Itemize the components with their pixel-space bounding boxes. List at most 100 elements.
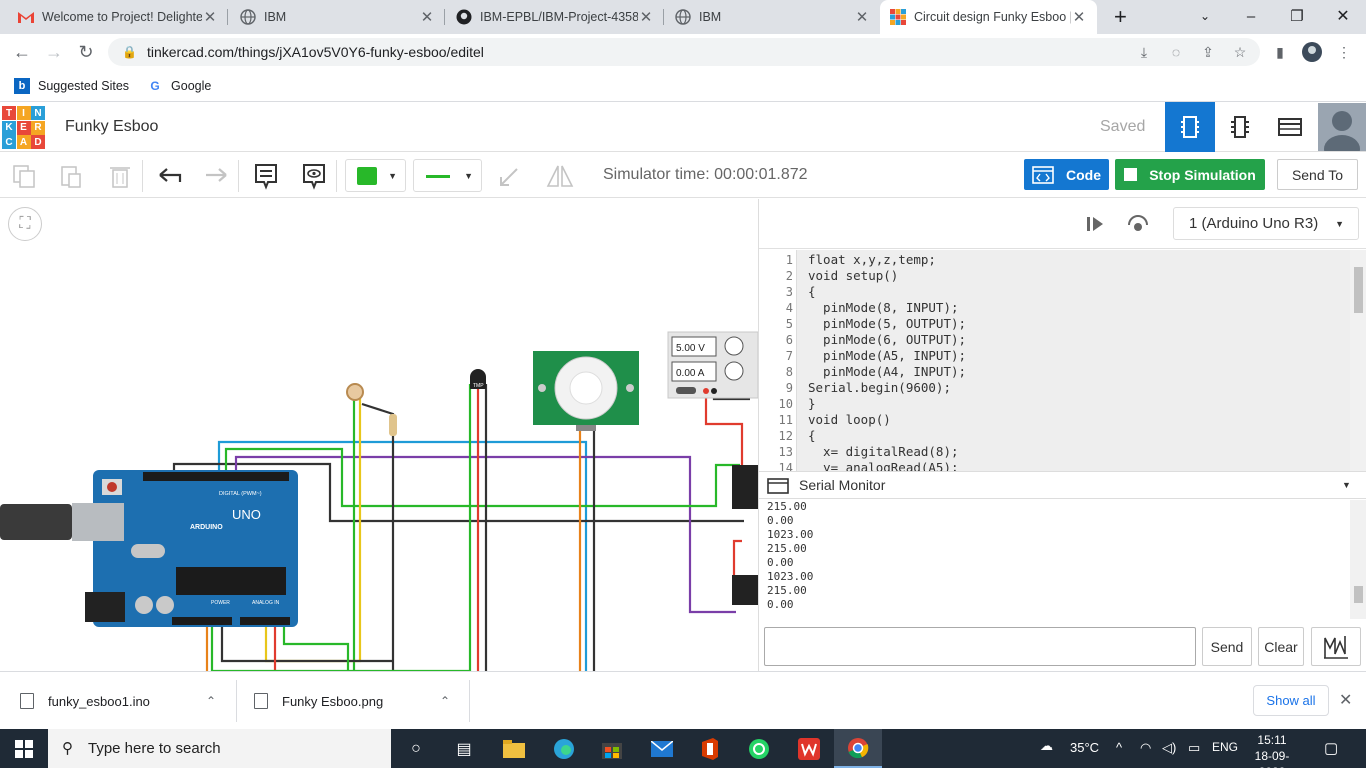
tab-gmail[interactable]: Welcome to Project! Delighte ✕ [8,0,228,34]
menu-icon[interactable]: ⋮ [1334,42,1354,62]
component-list-icon[interactable] [1265,102,1315,152]
install-icon[interactable]: ⤓ [1134,42,1154,62]
bookmark-suggested-sites[interactable]: b Suggested Sites [14,77,129,94]
volume-icon[interactable]: ◁) [1162,740,1176,756]
notifications-icon[interactable]: ▢ [1324,739,1338,757]
taskbar-search[interactable]: ⚲ Type here to search [48,729,391,768]
store-icon[interactable] [588,729,636,768]
download-item[interactable]: funky_esboo1.ino ⌃ [20,672,235,730]
close-icon[interactable]: ✕ [202,8,218,26]
serial-monitor-header[interactable]: Serial Monitor ▼ [759,471,1366,499]
url-bar[interactable]: 🔒 tinkercad.com/things/jXA1ov5V0Y6-funky… [108,38,1260,66]
file-explorer-icon[interactable] [490,729,538,768]
code-line: 11 void loop() [778,412,891,427]
debugger-icon[interactable] [1127,213,1149,235]
weather-icon[interactable]: ☁ [1040,738,1053,754]
mail-icon[interactable] [638,729,686,768]
download-item[interactable]: Funky Esboo.png ⌃ [254,672,469,730]
close-icon[interactable]: ✕ [1071,8,1087,26]
show-all-button[interactable]: Show all [1253,685,1329,716]
github-icon [456,9,472,25]
serial-send-button[interactable]: Send [1202,627,1252,666]
chrome-icon[interactable] [834,729,882,768]
project-title[interactable]: Funky Esboo [65,118,158,136]
board-select[interactable]: 1 (Arduino Uno R3) ▼ [1173,207,1359,240]
wps-office-icon[interactable] [785,729,833,768]
notes-visibility-icon[interactable] [299,161,329,191]
forward-button[interactable]: → [42,40,66,64]
profile-icon[interactable] [1302,42,1322,62]
close-icon[interactable]: ✕ [638,8,654,26]
user-avatar[interactable] [1318,103,1366,151]
wire-color-picker[interactable]: ▼ [345,159,406,192]
reload-button[interactable]: ↻ [74,40,98,64]
close-icon[interactable]: ✕ [419,8,435,26]
tab-ibm-2[interactable]: IBM ✕ [665,0,880,34]
serial-scrollbar[interactable] [1350,500,1366,619]
flip-icon[interactable] [545,161,575,191]
tab-tinkercad[interactable]: Circuit design Funky Esboo | ✕ [880,0,1097,34]
delete-icon[interactable] [105,161,135,191]
tracking-icon[interactable]: ◌ [1166,42,1186,62]
copy-icon[interactable] [9,161,39,191]
stop-simulation-button[interactable]: Stop Simulation [1115,159,1265,190]
bookmark-label: Google [171,78,212,93]
relay-1 [732,465,758,509]
chevron-up-icon[interactable]: ⌃ [440,694,450,708]
circuit-view-icon[interactable] [1165,102,1215,152]
battery-icon[interactable]: ▭ [1188,740,1200,756]
minimize-button[interactable]: – [1228,0,1274,32]
language-indicator[interactable]: ENG [1212,740,1238,754]
paste-icon[interactable] [56,161,86,191]
tray-overflow-icon[interactable]: ^ [1116,740,1122,755]
window-close-button[interactable]: ✕ [1320,0,1366,32]
editor-scrollbar[interactable] [1350,250,1366,471]
windows-start-icon[interactable] [0,729,48,768]
url-text: tinkercad.com/things/jXA1ov5V0Y6-funky-e… [146,44,484,60]
serial-clear-button[interactable]: Clear [1258,627,1304,666]
code-editor[interactable]: 1 float x,y,z,temp; 2 void setup() 3{ 4 pi… [759,250,1366,471]
code-button[interactable]: Code [1024,159,1109,190]
office-icon[interactable] [686,729,734,768]
share-icon[interactable]: ⇪ [1198,42,1218,62]
task-view-icon[interactable]: ▤ [440,729,488,768]
weather-temp[interactable]: 35°C [1070,740,1099,755]
rotate-icon[interactable] [495,161,525,191]
tab-title: IBM [699,10,722,24]
whatsapp-icon[interactable] [735,729,783,768]
clock[interactable]: 15:11 18-09-2022 [1242,732,1302,780]
code-line: 4 pinMode(8, INPUT); [785,300,959,315]
new-tab-button[interactable]: + [1104,0,1134,34]
close-icon[interactable]: ✕ [854,8,870,26]
bookmark-google[interactable]: G Google [147,78,211,94]
schematic-view-icon[interactable] [1215,102,1265,152]
bing-icon: b [14,77,30,94]
chevron-up-icon[interactable]: ⌃ [206,694,216,708]
step-icon[interactable] [1084,213,1106,235]
tinkercad-logo[interactable]: T I N K E R C A D [2,106,45,149]
restore-button[interactable]: ❐ [1274,0,1320,32]
back-button[interactable]: ← [10,40,34,64]
save-status: Saved [1100,118,1146,135]
bookmark-star-icon[interactable]: ☆ [1230,42,1250,62]
serial-line: 215.00 [767,542,807,555]
wire-type-picker[interactable]: ▼ [413,159,482,192]
code-editor-icon [1032,165,1054,184]
circuit-canvas[interactable]: ⛶ DIGITAL (PWM~) ARDUINO UNO POWER ANALO… [0,199,758,671]
serial-input[interactable] [764,627,1196,666]
cortana-icon[interactable]: ○ [392,729,440,768]
edge-icon[interactable] [540,729,588,768]
close-icon[interactable]: ✕ [1339,690,1352,710]
undo-icon[interactable] [155,161,185,191]
tab-ibm-1[interactable]: IBM ✕ [230,0,445,34]
serial-graph-icon[interactable] [1311,627,1361,666]
chevron-down-icon[interactable]: ▼ [1342,480,1351,490]
network-icon[interactable]: ◠ [1140,740,1151,756]
svg-text:POWER: POWER [211,600,230,606]
redo-icon[interactable] [201,161,231,191]
tab-search-icon[interactable]: ⌄ [1182,0,1228,32]
notes-icon[interactable] [251,161,281,191]
side-panel-icon[interactable]: ▮ [1270,42,1290,62]
send-to-button[interactable]: Send To [1277,159,1358,190]
tab-github[interactable]: IBM-EPBL/IBM-Project-43581 ✕ [446,0,664,34]
